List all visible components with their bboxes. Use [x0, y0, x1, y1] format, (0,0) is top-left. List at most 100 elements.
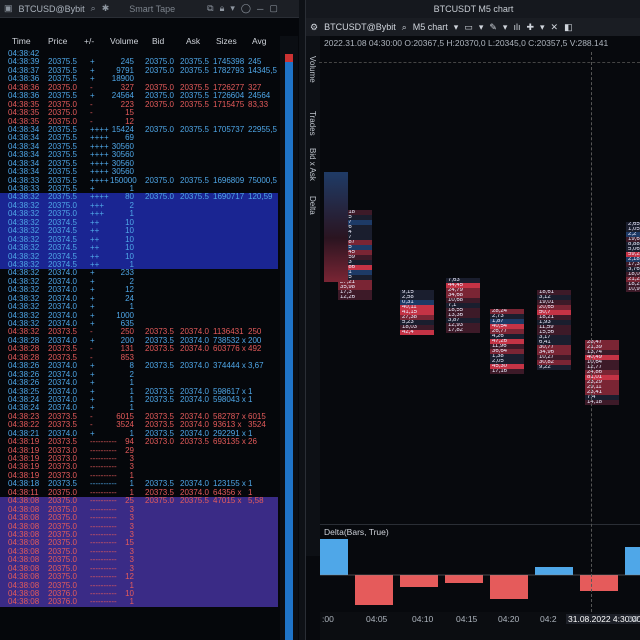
table-row[interactable]: 04:38:35 20375.0-15 — [0, 108, 278, 117]
chart-symbol[interactable]: BTCUSDT@Bybit — [324, 22, 396, 32]
col-header-[interactable]: +/- — [84, 36, 94, 46]
table-row[interactable]: 04:38:33 20375.5 ++++ 150000 20375.0 20375.5 1… — [0, 175, 278, 185]
table-row[interactable]: 04:38:08 20375.0 ---------- 3 — [0, 505, 278, 515]
gear-icon[interactable]: ⚙ — [310, 22, 318, 33]
tape-scrollbar[interactable] — [280, 36, 298, 640]
table-row[interactable]: 04:38:34 20375.5 ++++ 30560 — [0, 159, 278, 168]
table-row[interactable]: 04:38:32 20374.5 ++ 10 — [0, 243, 278, 253]
template-icon[interactable]: ▭ — [464, 22, 473, 33]
minimize-icon[interactable]: ─ — [257, 4, 263, 14]
table-row[interactable]: 04:38:37 20375.5 +9791 20375.0 20375.5 178279… — [0, 66, 278, 75]
cluster-plot[interactable]: 18,182,250,471,264,547,9721,871,9531,451… — [320, 52, 640, 522]
cell-bid: 20375.0 — [145, 496, 174, 506]
crosshair-icon[interactable]: ✚ — [526, 22, 534, 33]
table-row[interactable]: 04:38:26 20374.0 +8 20373.5 20374.0 374444 x3… — [0, 361, 278, 371]
close-icon[interactable]: ✕ — [551, 22, 559, 33]
footprint-cluster[interactable]: 28,24 2,73 1,87 40,54 26,77 4,26 47,26 11,96 36,… — [490, 309, 524, 374]
scroll-marker — [285, 54, 293, 62]
table-row[interactable]: 04:38:08 20375.0 ---------- 25 20375.0 20375.… — [0, 496, 278, 506]
table-row[interactable]: 04:38:08 20375.0 ---------- 3 — [0, 555, 278, 565]
table-row[interactable]: 04:38:32 20374.5 ++ 10 — [0, 218, 278, 228]
table-row[interactable]: 04:38:32 20375.0 +++ 1 — [0, 209, 278, 219]
table-row[interactable]: 04:38:24 20374.0 +1 20373.5 20374.0 598043 x1 — [0, 395, 278, 404]
footprint-cluster[interactable]: 18,61 3,12 19,01 20,65 50,7 18,21 1,93 11,59 15,… — [537, 290, 571, 370]
table-row[interactable]: 04:38:32 20374.5 ++ 10 — [0, 226, 278, 236]
table-row[interactable]: 04:38:32 20374.0 +2 — [0, 277, 278, 286]
table-row[interactable]: 04:38:32 20374.5 ++ 1 — [0, 260, 278, 270]
table-row[interactable]: 04:38:19 20373.0 ---------- 3 — [0, 462, 278, 471]
chevron-down-icon[interactable]: ▾ — [454, 22, 459, 33]
lock-icon[interactable]: 🔒︎ — [220, 3, 225, 14]
search-icon[interactable]: ⌕ — [402, 22, 407, 33]
timeframe-select[interactable]: M5 chart — [413, 22, 448, 32]
table-row[interactable]: 04:38:26 20374.0 +2 — [0, 370, 278, 379]
table-row[interactable]: 04:38:08 20375.0 ---------- 3 — [0, 522, 278, 531]
cell-sizes: 374444 x — [213, 361, 246, 371]
table-row[interactable]: 04:38:08 20375.0 ---------- 3 — [0, 547, 278, 557]
chevron-down-icon[interactable]: ▾ — [230, 3, 235, 14]
col-header-bid[interactable]: Bid — [152, 36, 164, 46]
table-row[interactable]: 04:38:32 20374.0 +1 — [0, 302, 278, 311]
table-row[interactable]: 04:38:28 20373.5-131 20373.5 20374.0 603776 … — [0, 344, 278, 354]
chevron-down-icon[interactable]: ▾ — [503, 22, 508, 33]
col-header-ask[interactable]: Ask — [186, 36, 200, 46]
table-row[interactable]: 04:38:34 20375.5 ++++ 15424 20375.0 20375.5 17… — [0, 124, 278, 134]
side-tab-delta[interactable]: Delta — [308, 196, 317, 215]
delta-bar — [310, 539, 348, 575]
scroll-thumb[interactable] — [285, 62, 293, 640]
chevron-down-icon[interactable]: ▾ — [479, 22, 484, 33]
layout-icon[interactable]: ◧ — [564, 22, 573, 33]
table-row[interactable]: 04:38:19 20373.5 ---------- 94 20373.0 20373.… — [0, 437, 278, 446]
cell-bid: 20375.0 — [145, 124, 174, 134]
col-header-time[interactable]: Time — [12, 36, 31, 46]
footprint-cluster[interactable]: 7,63 44,45 24,79 34,68 10,68 7,1 18,55 13,36 3,8… — [446, 278, 480, 333]
table-row[interactable]: 04:38:34 20375.5 ++++ 30560 — [0, 142, 278, 151]
crosshair-vertical — [591, 52, 592, 612]
side-tab-trades[interactable]: Trades — [308, 111, 317, 136]
table-row[interactable]: 04:38:08 20376.0 ---------- 1 — [0, 597, 278, 607]
table-row[interactable]: 04:38:08 20375.0 ---------- 3 — [0, 513, 278, 523]
settings-icon[interactable]: ✱ — [102, 3, 110, 14]
table-row[interactable]: 04:38:08 20375.0 ---------- 12 — [0, 572, 278, 582]
cell-sizes: 1696809 — [213, 175, 245, 185]
circle-icon[interactable]: ◯ — [241, 3, 251, 14]
maximize-icon[interactable]: ▢ — [269, 3, 278, 14]
col-header-volume[interactable]: Volume — [110, 36, 138, 46]
footprint-cluster[interactable]: 9,15 2,58 0,31 40,11 41,15 27,38 5,23 18,03 42,4 — [400, 290, 434, 335]
side-tab-bidask[interactable]: Bid x Ask — [308, 148, 317, 181]
col-header-sizes[interactable]: Sizes — [216, 36, 237, 46]
pencil-icon[interactable]: ✎ — [489, 22, 497, 33]
table-row[interactable]: 04:38:32 20374.0 +233 — [0, 268, 278, 277]
tape-symbol[interactable]: BTCUSD@Bybit — [19, 4, 85, 14]
table-row[interactable]: 04:38:08 20376.0 ---------- 10 — [0, 589, 278, 599]
table-row[interactable]: 04:38:35 20375.0-223 20375.0 20375.5 1715475… — [0, 100, 278, 109]
cell-sizes: 603776 x — [213, 344, 246, 354]
indicators-icon[interactable]: ılı — [513, 22, 520, 32]
col-header-avg[interactable]: Avg — [252, 36, 267, 46]
chevron-down-icon[interactable]: ▾ — [540, 22, 545, 33]
table-row[interactable]: 04:38:19 20373.0 ---------- 3 — [0, 454, 278, 463]
table-row[interactable]: 04:38:08 20375.0 ---------- 3 — [0, 564, 278, 574]
table-row[interactable]: 04:38:19 20373.0 ---------- 29 — [0, 446, 278, 455]
table-row[interactable]: 04:38:32 20374.5 ++ 10 — [0, 252, 278, 261]
table-row[interactable]: 04:38:32 20374.0 +12 — [0, 285, 278, 294]
x-axis-label: 04:35 — [628, 614, 640, 624]
table-row[interactable]: 04:38:32 20375.0 +++ 2 — [0, 201, 278, 211]
table-row[interactable]: 04:38:32 20374.5 ++ 10 — [0, 235, 278, 245]
side-tab-volume[interactable]: Volume — [308, 56, 317, 83]
cluster-cell: 12,26 — [338, 295, 372, 300]
delta-pane[interactable]: Delta(Bars, True) — [310, 524, 640, 613]
table-row[interactable]: 04:38:08 20375.0 ---------- 15 — [0, 538, 278, 548]
search-icon[interactable]: ⌕ — [91, 3, 96, 14]
copy-icon[interactable]: ⧉ — [207, 3, 213, 14]
table-row[interactable]: 04:38:34 20375.5 ++++ 69 — [0, 133, 278, 142]
table-row[interactable]: 04:38:08 20375.0 ---------- 1 — [0, 581, 278, 590]
table-row[interactable]: 04:38:32 20375.5 ++++ 80 20375.0 20375.5 16907… — [0, 192, 278, 202]
table-row[interactable]: 04:38:32 20374.0 +24 — [0, 294, 278, 303]
footprint-cluster[interactable]: 2,651,052,219,688,885,0659,252,1817,373,… — [626, 222, 640, 292]
col-header-price[interactable]: Price — [48, 36, 67, 46]
table-row[interactable]: 04:38:34 20375.5 ++++ 30560 — [0, 150, 278, 159]
table-row[interactable]: 04:38:32 20374.0 +1000 — [0, 311, 278, 320]
x-axis-label: :00 — [322, 614, 334, 624]
table-row[interactable]: 04:38:08 20375.0 ---------- 3 — [0, 530, 278, 540]
